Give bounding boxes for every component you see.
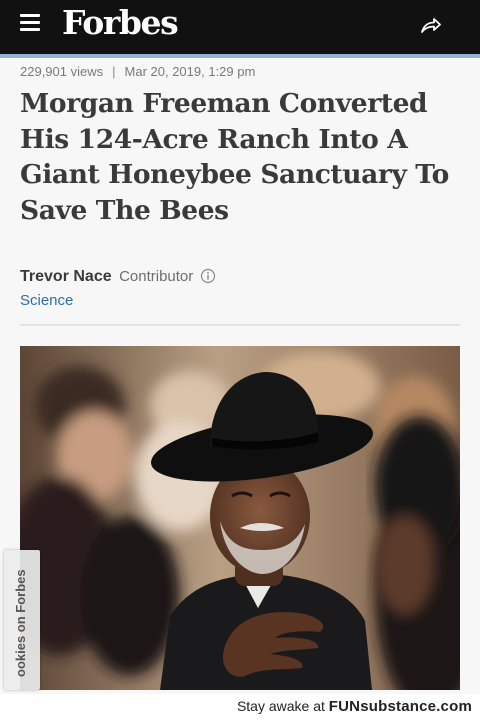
author-role: Contributor [119, 268, 194, 285]
view-count: 229,901 views [20, 64, 104, 79]
info-circle-icon[interactable] [200, 268, 216, 284]
cookies-side-tab[interactable]: ookies on Forbes [4, 550, 40, 690]
article-hero-image [20, 346, 460, 690]
hamburger-menu-icon[interactable] [20, 14, 42, 36]
top-navigation-bar: Forbes [0, 0, 480, 54]
watermark-text: Stay awake at FUNsubstance.com [237, 698, 472, 715]
author-name[interactable]: Trevor Nace [20, 268, 112, 285]
header-accent-bar [0, 54, 480, 58]
share-icon[interactable] [418, 13, 444, 39]
meta-separator: | [112, 64, 116, 79]
forbes-logo[interactable]: Forbes [62, 3, 179, 42]
article-meta: 229,901 views | Mar 20, 2019, 1:29 pm [20, 64, 255, 79]
publish-date: Mar 20, 2019, 1:29 pm [124, 64, 256, 79]
watermark-prefix: Stay awake at [236, 698, 329, 714]
watermark-brand: FUNsubstance.com [328, 698, 472, 715]
watermark-strip: Stay awake at FUNsubstance.com [0, 694, 480, 720]
article-headline: Morgan Freeman Converted His 124-Acre Ra… [20, 88, 449, 226]
byline-divider [20, 324, 460, 326]
byline: Trevor Nace Contributor [20, 268, 216, 286]
section-link-science[interactable]: Science [20, 292, 73, 309]
cookies-side-tab-label: ookies on Forbes [13, 569, 28, 677]
